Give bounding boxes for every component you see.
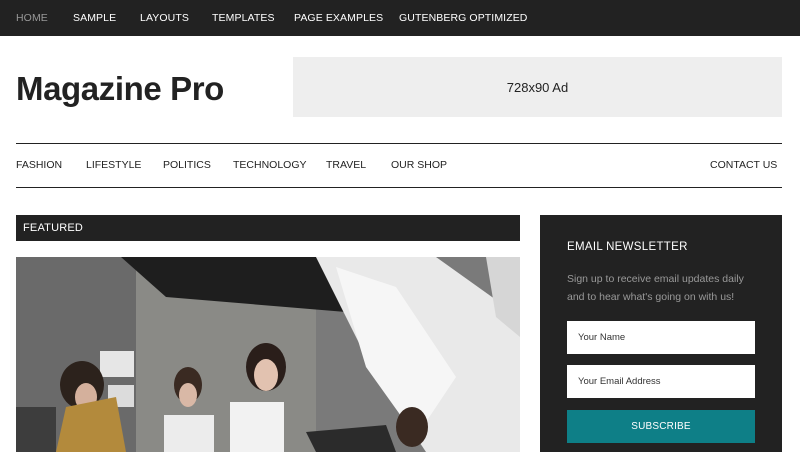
top-nav-home[interactable]: HOME (16, 12, 48, 24)
nav-item-our-shop[interactable]: OUR SHOP (391, 159, 447, 171)
ad-banner[interactable]: 728x90 Ad (293, 57, 782, 117)
subscribe-button[interactable]: SUBSCRIBE (567, 410, 755, 443)
top-nav-gutenberg-optimized[interactable]: GUTENBERG OPTIMIZED (399, 12, 528, 24)
featured-title: FEATURED (23, 222, 84, 234)
top-nav-sample[interactable]: SAMPLE (73, 12, 116, 24)
nav-item-fashion[interactable]: FASHION (16, 159, 62, 171)
newsletter-description: Sign up to receive email updates daily a… (567, 273, 744, 303)
featured-heading-bar: FEATURED (16, 215, 520, 241)
top-nav-layouts[interactable]: LAYOUTS (140, 12, 189, 24)
nav-top-divider (16, 143, 782, 144)
nav-item-technology[interactable]: TECHNOLOGY (233, 159, 307, 171)
newsletter-name-input[interactable] (567, 321, 755, 354)
featured-photo-illustration (16, 257, 520, 452)
nav-item-contact-us[interactable]: CONTACT US (710, 159, 777, 171)
nav-item-politics[interactable]: POLITICS (163, 159, 211, 171)
site-title[interactable]: Magazine Pro (16, 70, 224, 108)
featured-image[interactable] (16, 257, 520, 452)
nav-bottom-divider (16, 187, 782, 188)
top-nav-page-examples[interactable]: PAGE EXAMPLES (294, 12, 383, 24)
newsletter-widget: EMAIL NEWSLETTER Sign up to receive emai… (540, 215, 782, 452)
top-nav-templates[interactable]: TEMPLATES (212, 12, 275, 24)
ad-label: 728x90 Ad (506, 79, 569, 95)
newsletter-title: EMAIL NEWSLETTER (567, 241, 688, 253)
top-bar: HOME SAMPLE LAYOUTS TEMPLATES PAGE EXAMP… (0, 0, 800, 36)
nav-item-travel[interactable]: TRAVEL (326, 159, 366, 171)
newsletter-email-input[interactable] (567, 365, 755, 398)
nav-item-lifestyle[interactable]: LIFESTYLE (86, 159, 141, 171)
